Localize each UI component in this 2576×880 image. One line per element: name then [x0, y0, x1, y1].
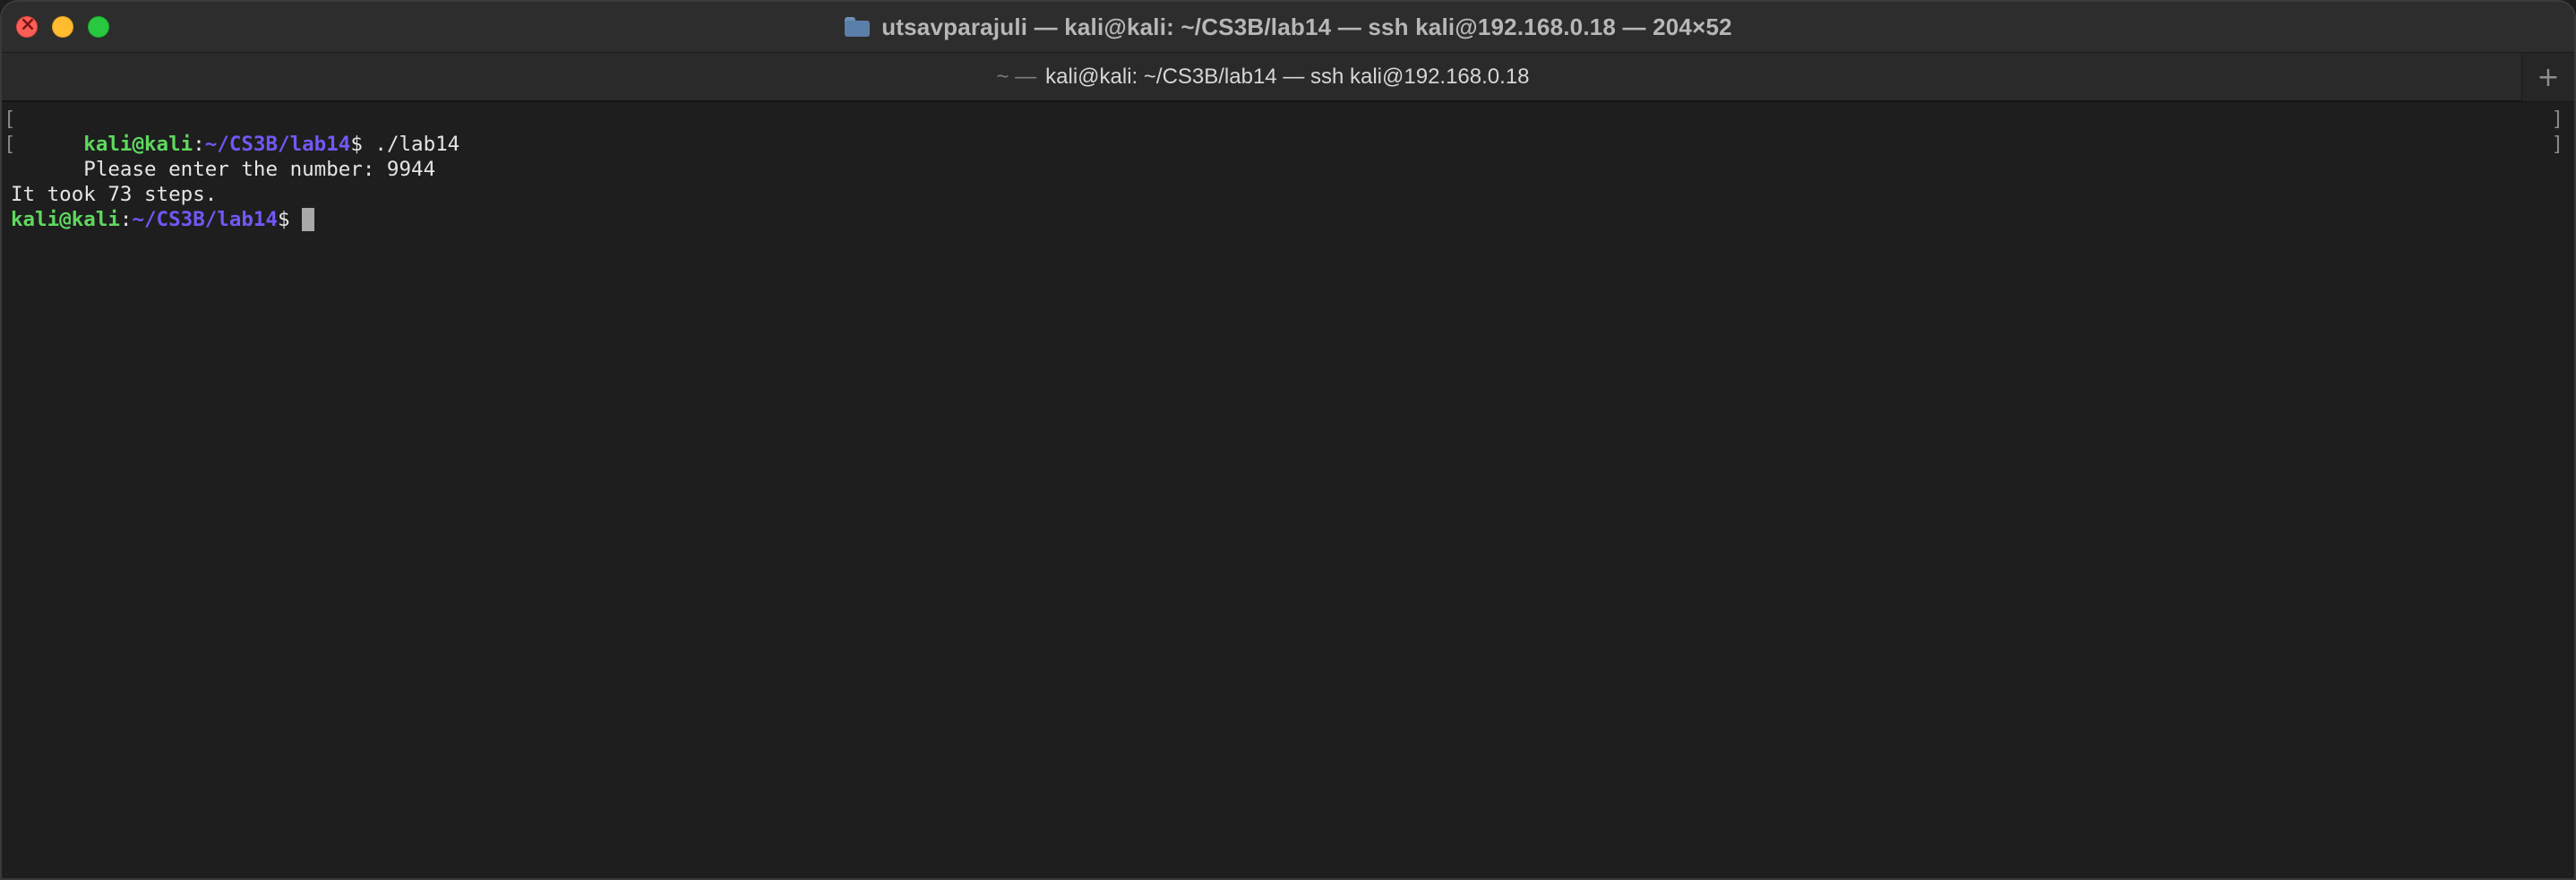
minimize-icon[interactable]	[52, 16, 73, 38]
terminal-window: utsavparajuli — kali@kali: ~/CS3B/lab14 …	[0, 0, 2576, 880]
mark-bracket-left: [	[4, 133, 16, 156]
mark-bracket-left: [	[4, 108, 16, 131]
window-title: utsavparajuli — kali@kali: ~/CS3B/lab14 …	[881, 13, 1732, 40]
tab-bar: ~ — kali@kali: ~/CS3B/lab14 — ssh kali@1…	[2, 52, 2574, 102]
terminal-line-output-1: [Please enter the number: 9944 ]	[4, 132, 2574, 181]
tab-ssh-session[interactable]: ~ — kali@kali: ~/CS3B/lab14 — ssh kali@1…	[2, 53, 2524, 101]
prompt-separator: :	[119, 208, 133, 231]
tab-label: kali@kali: ~/CS3B/lab14 — ssh kali@192.1…	[1045, 65, 1530, 89]
terminal-line-output-2: It took 73 steps.	[11, 182, 2574, 207]
title-bar[interactable]: utsavparajuli — kali@kali: ~/CS3B/lab14 …	[2, 2, 2574, 52]
tab-prefix: ~ —	[996, 65, 1037, 89]
mark-bracket-right: ]	[2551, 133, 2563, 156]
close-icon[interactable]	[16, 13, 39, 38]
terminal-output[interactable]: [kali@kali:~/CS3B/lab14$ ./lab14 ] [Plea…	[2, 102, 2574, 878]
terminal-cursor[interactable]	[302, 208, 315, 231]
prompt-path: ~/CS3B/lab14	[132, 208, 279, 231]
terminal-line-command: [kali@kali:~/CS3B/lab14$ ./lab14 ]	[4, 107, 2574, 156]
traffic-lights	[16, 13, 109, 38]
folder-icon	[844, 16, 871, 38]
new-tab-button[interactable]: +	[2521, 53, 2574, 101]
terminal-line-empty	[11, 157, 2574, 182]
zoom-icon[interactable]	[88, 16, 109, 38]
plus-icon: +	[2537, 61, 2560, 93]
mark-bracket-right: ]	[2551, 108, 2563, 131]
window-title-group: utsavparajuli — kali@kali: ~/CS3B/lab14 …	[844, 13, 1732, 41]
terminal-line-prompt: kali@kali:~/CS3B/lab14$	[11, 207, 2574, 232]
prompt-user: kali@kali	[11, 208, 120, 231]
prompt-dollar: $	[278, 208, 290, 231]
output-result-text: It took 73 steps.	[11, 183, 218, 206]
